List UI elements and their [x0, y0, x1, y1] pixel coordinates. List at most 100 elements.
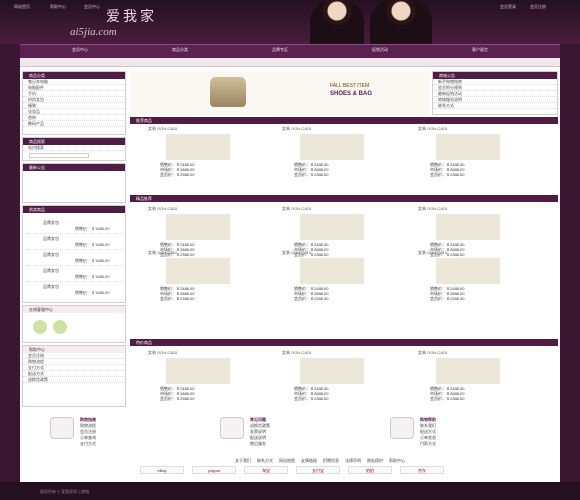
announce-title: 最新公告: [23, 164, 125, 171]
product-name[interactable]: 女装 OGH-C810: [282, 250, 311, 256]
header-model-image: [300, 0, 440, 44]
product-vip-price: 会员价：￥2388.00: [430, 296, 465, 301]
product-image[interactable]: [436, 258, 500, 284]
product-name[interactable]: 女装 OGH-C810: [418, 206, 447, 212]
product-vip-price: 会员价：￥2388.00: [160, 172, 195, 177]
hot-item[interactable]: 品牌女包 销售价：￥1588.00: [27, 218, 123, 234]
footer-bottom-link[interactable]: 隐私保护: [367, 458, 383, 463]
product-name[interactable]: 女装 OGH-C810: [148, 250, 177, 256]
product-card[interactable]: 女装 OGH-C810 销售价：￥2488.00 市场价：￥2888.00 会员价：￥…: [418, 250, 528, 302]
search-input[interactable]: [29, 153, 89, 158]
product-card[interactable]: 女装 OGH-C810 销售价：￥2488.00 市场价：￥2888.00 会员价：￥…: [418, 350, 528, 402]
footer-link[interactable]: 支付方式: [80, 441, 180, 447]
qq-icon[interactable]: [33, 320, 47, 334]
footer-col: 购物帮助 联系我们 配送方式 订单状态 付款方式: [420, 417, 520, 447]
product-image[interactable]: [436, 134, 500, 160]
section-header: 推荐商品: [130, 117, 558, 124]
product-image[interactable]: [166, 134, 230, 160]
nav-item-category[interactable]: 商品分类: [160, 47, 200, 57]
partner-logo[interactable]: 支付宝: [296, 466, 340, 474]
footer-bottom-link[interactable]: 招聘信息: [323, 458, 339, 463]
category-box: 商品分类 笔记本电脑 电脑配件 手机 时尚女包 服装 化妆品 首饰 数码产品: [22, 71, 126, 135]
product-name[interactable]: 女装 OGH-C810: [148, 126, 177, 132]
product-image[interactable]: [300, 134, 364, 160]
product-image[interactable]: [436, 214, 500, 240]
product-image[interactable]: [166, 258, 230, 284]
question-icon: [220, 417, 244, 439]
footer-bottom-link[interactable]: 网站地图: [279, 458, 295, 463]
footer-link[interactable]: 售后服务: [250, 441, 350, 447]
product-card[interactable]: 女装 OGH-C810 销售价：￥2488.00 市场价：￥2888.00 会员价：￥…: [418, 126, 528, 178]
copyright-text: 版权所有 © 爱我家网上商城: [40, 489, 90, 494]
footer-bottom-link[interactable]: 友情链接: [301, 458, 317, 463]
product-card[interactable]: 女装 OGH-C810 销售价：￥2488.00 市场价：￥2888.00 会员价：￥…: [282, 350, 392, 402]
section-header: 特价商品: [130, 339, 558, 346]
partner-logo[interactable]: paypal: [192, 466, 236, 474]
news-item[interactable]: 联系方式: [433, 103, 557, 109]
site-header: 网站首页 帮助中心 会员中心 会员登录 会员注册 爱我家 ai5jia.com: [0, 0, 580, 44]
partner-logo[interactable]: 拍拍: [348, 466, 392, 474]
product-image[interactable]: [300, 258, 364, 284]
product-vip-price: 会员价：￥2388.00: [294, 296, 329, 301]
model-figure: [310, 0, 364, 44]
product-image[interactable]: [166, 358, 230, 384]
product-image[interactable]: [300, 358, 364, 384]
product-image[interactable]: [166, 214, 230, 240]
product-card[interactable]: 女装 OGH-C810 销售价：￥2488.00 市场价：￥2888.00 会员价：￥…: [148, 350, 258, 402]
footer-bottom-link[interactable]: 帮助中心: [389, 458, 405, 463]
model-figure: [370, 0, 432, 44]
product-name[interactable]: 女装 OGH-C810: [418, 250, 447, 256]
sub-nav-bar: [20, 58, 560, 67]
hot-item[interactable]: 品牌女包 销售价：￥1588.00: [27, 250, 123, 266]
hot-item[interactable]: 品牌女包 销售价：￥1588.00: [27, 282, 123, 298]
product-name[interactable]: 女装 OGH-C810: [148, 350, 177, 356]
category-item[interactable]: 数码产品: [23, 121, 125, 127]
section-header: 精品推荐: [130, 195, 558, 202]
product-image[interactable]: [436, 358, 500, 384]
product-name[interactable]: 女装 OGH-C810: [418, 350, 447, 356]
nav-item-brand[interactable]: 品牌专区: [260, 47, 300, 57]
product-image[interactable]: [300, 214, 364, 240]
hot-item[interactable]: 品牌女包 销售价：￥1588.00: [27, 234, 123, 250]
product-card[interactable]: 女装 OGH-C810 销售价：￥2488.00 市场价：￥2888.00 会员价：￥…: [148, 126, 258, 178]
search-label: 站内搜索: [23, 145, 125, 151]
logo-text-en: ai5jia.com: [70, 26, 117, 38]
phone-icon: [390, 417, 414, 439]
main-banner[interactable]: FALL BEST ITEM SHOES & BAG: [130, 71, 430, 115]
banner-text: FALL BEST ITEM: [330, 83, 370, 89]
hot-box: 热卖商品 品牌女包 销售价：￥1588.00 品牌女包 销售价：￥1588.00 品…: [22, 205, 126, 303]
nav-item-promo[interactable]: 促销活动: [360, 47, 400, 57]
product-card[interactable]: 女装 OGH-C810 销售价：￥2488.00 市场价：￥2888.00 会员价：￥…: [148, 250, 258, 302]
footer-bottom-link[interactable]: 关于我们: [235, 458, 251, 463]
partner-logo[interactable]: 京东: [400, 466, 444, 474]
footer-bottom-link[interactable]: 法律声明: [345, 458, 361, 463]
product-card[interactable]: 女装 OGH-C810 销售价：￥2488.00 市场价：￥2888.00 会员价：￥…: [282, 250, 392, 302]
search-title: 商品搜索: [23, 138, 125, 145]
nav-item-member[interactable]: 会员中心: [60, 47, 100, 57]
qq-icon[interactable]: [53, 320, 67, 334]
hot-item[interactable]: 品牌女包 销售价：￥1588.00: [27, 266, 123, 282]
nav-item-message[interactable]: 客户留言: [460, 47, 500, 57]
top-link-help[interactable]: 帮助中心: [50, 4, 66, 10]
partner-logo[interactable]: eBay: [140, 466, 184, 474]
product-name[interactable]: 女装 OGH-C810: [282, 126, 311, 132]
main-nav: 会员中心 商品分类 品牌专区 促销活动 客户留言: [20, 44, 560, 58]
product-name[interactable]: 女装 OGH-C810: [148, 206, 177, 212]
footer-bottom-link[interactable]: 联系方式: [257, 458, 273, 463]
news-title: 商城公告: [433, 72, 557, 79]
product-name[interactable]: 女装 OGH-C810: [282, 350, 311, 356]
help-item[interactable]: 退换货政策: [23, 377, 125, 383]
footer-link[interactable]: 付款方式: [420, 441, 520, 447]
top-link-home[interactable]: 网站首页: [14, 4, 30, 10]
site-logo[interactable]: 爱我家 ai5jia.com: [70, 6, 220, 42]
help-box: 帮助中心 会员注册 购物流程 支付方式 配送方式 退换货政策: [22, 345, 126, 407]
copyright-bar: 版权所有 © 爱我家网上商城: [0, 482, 580, 500]
partner-logo[interactable]: 淘宝: [244, 466, 288, 474]
product-name[interactable]: 女装 OGH-C810: [418, 126, 447, 132]
product-card[interactable]: 女装 OGH-C810 销售价：￥2488.00 市场价：￥2888.00 会员价：￥…: [282, 126, 392, 178]
product-name[interactable]: 女装 OGH-C810: [282, 206, 311, 212]
hot-list: 品牌女包 销售价：￥1588.00 品牌女包 销售价：￥1588.00 品牌女包 销售…: [27, 218, 123, 302]
top-link-login[interactable]: 会员登录: [500, 4, 516, 10]
search-box: 商品搜索 站内搜索: [22, 137, 126, 161]
top-link-register[interactable]: 会员注册: [530, 4, 546, 10]
